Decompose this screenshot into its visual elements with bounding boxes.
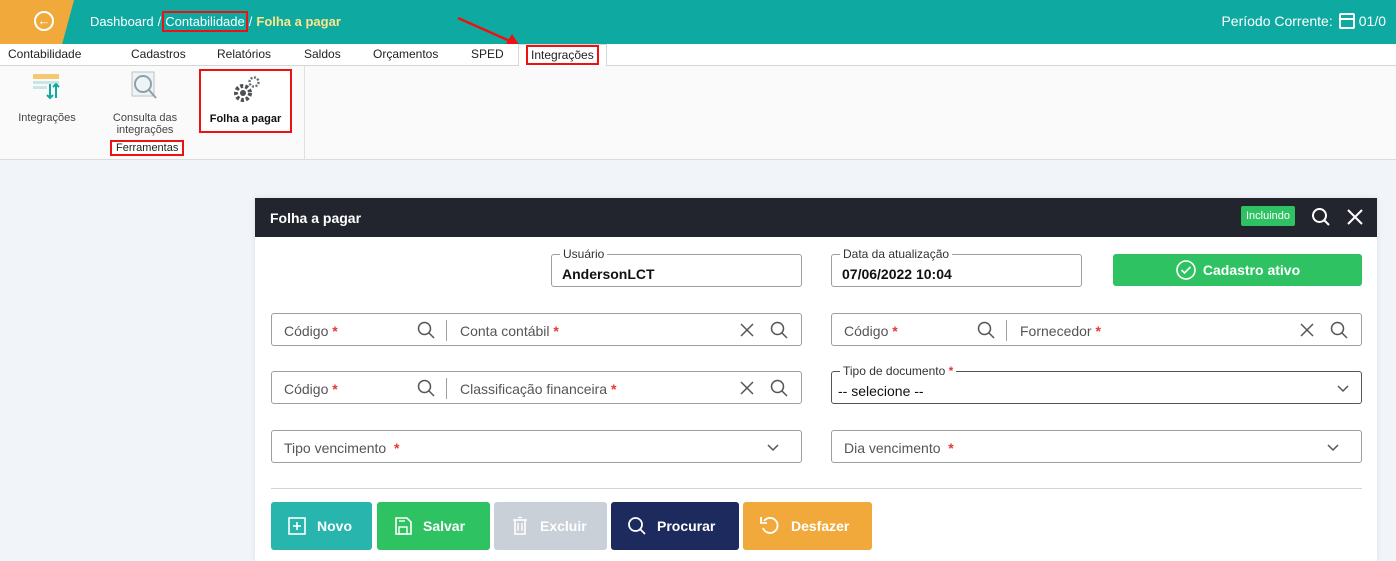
table-sort-icon [30,70,64,104]
breadcrumb-contabilidade[interactable]: Contabilidade [162,11,248,32]
tab-cadastros[interactable]: Cadastros [131,47,186,61]
ribbon-consulta-label-1: Consulta das [112,112,178,124]
ribbon-consulta-integracoes-button[interactable]: Consulta das integrações [108,70,182,136]
usuario-label: Usuário [560,247,608,261]
clear-icon[interactable] [738,321,756,339]
desfazer-label: Desfazer [791,518,850,534]
breadcrumb-current: Folha a pagar [256,14,341,29]
salvar-button[interactable]: Salvar [377,502,490,550]
tipo-documento-value: -- selecione -- [838,383,924,399]
chevron-down-icon [1327,444,1339,452]
chevron-down-icon [767,444,779,452]
desfazer-button[interactable]: Desfazer [743,502,872,550]
dia-vencimento-label: Dia vencimento * [844,440,954,456]
classificacao-financeira-input[interactable]: Classificação financeira * [460,381,616,397]
ribbon-group-label: Ferramentas [109,140,185,156]
fornecedor-group: Código * Fornecedor * [831,313,1362,346]
undo-icon [760,517,779,534]
tipo-documento-label: Tipo de documento * [840,364,957,378]
check-circle-icon [1176,260,1196,280]
data-atualizacao-label: Data da atualização [840,247,953,261]
tab-relatorios[interactable]: Relatórios [217,47,271,61]
data-atualizacao-value: 07/06/2022 10:04 [842,266,952,282]
clear-icon[interactable] [738,379,756,397]
ribbon-integracoes-label: Integrações [18,112,76,124]
search-icon[interactable] [977,321,995,339]
excluir-label: Excluir [540,518,587,534]
menu-bar: Contabilidade Cadastros Relatórios Saldo… [0,44,1396,67]
search-icon[interactable] [770,321,788,339]
gears-icon [229,73,263,107]
tab-integracoes-label: Integrações [526,45,599,65]
search-icon[interactable] [770,379,788,397]
search-icon[interactable] [1330,321,1348,339]
procurar-label: Procurar [657,518,716,534]
codigo-classificacao-input[interactable]: Código * [284,381,338,397]
tipo-vencimento-label: Tipo vencimento * [284,440,400,456]
tab-saldos[interactable]: Saldos [304,47,341,61]
breadcrumb: Dashboard / Contabilidade / Folha a pagar [90,11,341,32]
search-icon [628,517,646,535]
close-icon[interactable] [1345,207,1365,227]
magnifier-icon [128,70,162,104]
excluir-button[interactable]: Excluir [494,502,607,550]
salvar-label: Salvar [423,518,466,534]
plus-square-icon [288,517,306,535]
fornecedor-input[interactable]: Fornecedor * [1020,323,1101,339]
procurar-button[interactable]: Procurar [611,502,739,550]
conta-contabil-input[interactable]: Conta contábil * [460,323,559,339]
tab-integracoes[interactable]: Integrações [518,44,607,67]
cadastro-ativo-label: Cadastro ativo [1202,262,1301,278]
novo-button[interactable]: Novo [271,502,372,550]
tab-orcamentos[interactable]: Orçamentos [373,47,438,61]
dialog-title: Folha a pagar [270,210,362,226]
folha-a-pagar-dialog: Folha a pagar Incluindo Usuário Anderson… [255,198,1377,561]
arrow-left-icon: ← [34,11,54,31]
trash-icon [513,516,527,535]
data-atualizacao-field: Data da atualização 07/06/2022 10:04 [831,247,1082,287]
tab-sped[interactable]: SPED [471,47,504,61]
usuario-field: Usuário AndersonLCT [551,247,802,287]
status-badge: Incluindo [1240,206,1295,226]
tipo-documento-select[interactable]: Tipo de documento * -- selecione -- [831,364,1362,404]
breadcrumb-dashboard[interactable]: Dashboard [90,14,154,29]
classificacao-financeira-group: Código * Classificação financeira * [271,371,802,404]
ribbon-folha-a-pagar-button[interactable]: Folha a pagar [199,69,292,133]
codigo-fornecedor-input[interactable]: Código * [844,323,898,339]
top-bar: ← Dashboard / Contabilidade / Folha a pagar … [0,0,1396,44]
ribbon-folha-label: Folha a pagar [209,113,282,125]
divider [271,488,1362,489]
search-icon[interactable] [1311,207,1331,227]
ribbon-group-ferramentas: Integrações Consulta das integrações Fol… [0,66,305,160]
clear-icon[interactable] [1298,321,1316,339]
dia-vencimento-select[interactable]: Dia vencimento * [831,430,1362,463]
calendar-icon [1338,13,1355,29]
cadastro-ativo-button[interactable]: Cadastro ativo [1113,254,1362,286]
codigo-conta-input[interactable]: Código * [284,323,338,339]
periodo-label: Período Corrente: [1221,13,1333,29]
search-icon[interactable] [417,379,435,397]
periodo-corrente[interactable]: Período Corrente: 01/0 [1221,13,1386,29]
chevron-down-icon [1337,385,1349,393]
back-button[interactable]: ← [0,0,74,44]
search-icon[interactable] [417,321,435,339]
floppy-disk-icon [395,517,412,535]
ribbon-consulta-label-2: integrações [116,124,174,136]
tipo-vencimento-select[interactable]: Tipo vencimento * [271,430,802,463]
tab-contabilidade[interactable]: Contabilidade [8,47,81,61]
ribbon: Integrações Consulta das integrações Fol… [0,66,1396,160]
conta-contabil-group: Código * Conta contábil * [271,313,802,346]
ribbon-integracoes-button[interactable]: Integrações [12,70,82,124]
dialog-header: Folha a pagar Incluindo [255,198,1377,237]
periodo-value: 01/0 [1358,13,1386,29]
usuario-value: AndersonLCT [562,266,655,282]
novo-label: Novo [317,518,352,534]
